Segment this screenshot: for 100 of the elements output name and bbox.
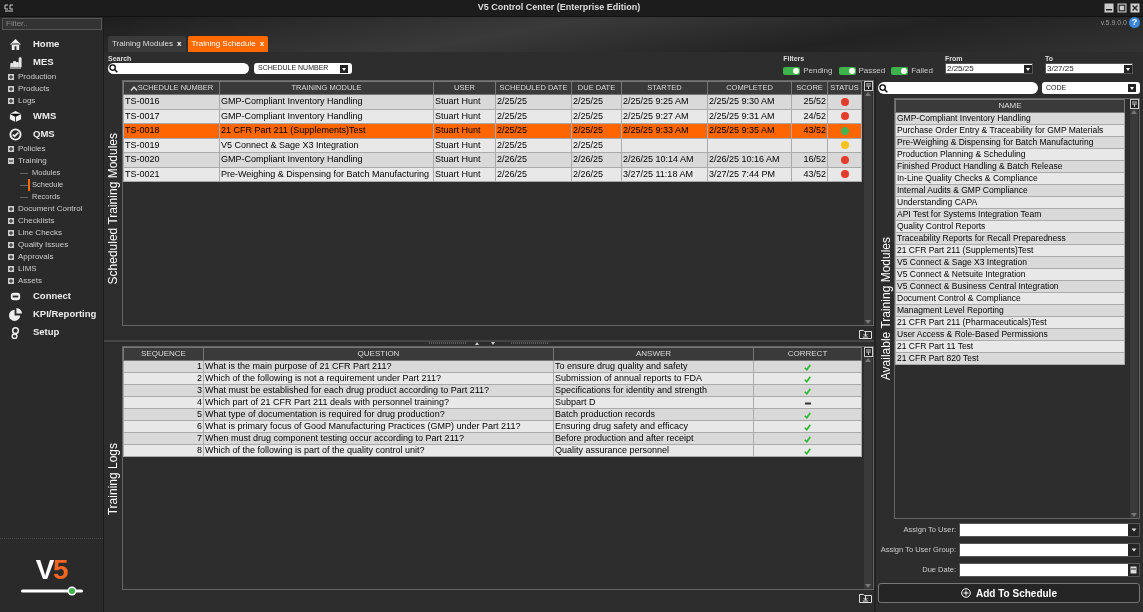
table-cell: Stuart Hunt	[433, 94, 496, 109]
expand-icon[interactable]	[8, 242, 14, 248]
box-icon	[9, 109, 22, 123]
nav-item[interactable]: Products	[18, 83, 50, 95]
list-item[interactable]: In-Line Quality Checks & Compliance	[895, 172, 1125, 185]
nav-item[interactable]: Logs	[18, 95, 36, 107]
expand-icon[interactable]	[8, 266, 14, 272]
list-item[interactable]: Production Planning & Scheduling	[895, 148, 1125, 161]
column-header[interactable]: ANSWER	[553, 347, 754, 361]
table-cell: 2/25/25	[495, 109, 572, 124]
list-item[interactable]: V5 Connect & Sage X3 Integration	[895, 256, 1125, 269]
expand-icon[interactable]	[8, 98, 14, 104]
filter-field[interactable]: Filter..	[2, 18, 102, 30]
column-chooser-icon[interactable]	[863, 81, 873, 91]
nav-item[interactable]: Checklists	[18, 215, 55, 227]
nav-section-link[interactable]: MES	[33, 54, 54, 70]
scroll-down-icon[interactable]	[864, 319, 872, 325]
collapse-icon[interactable]	[8, 158, 14, 164]
expand-icon[interactable]	[8, 86, 14, 92]
caret-icon	[1128, 84, 1136, 92]
scrollbar[interactable]	[864, 91, 872, 325]
table-cell: 6	[123, 420, 204, 433]
nav-item[interactable]: Document Control	[18, 203, 83, 215]
help-button[interactable]: ?	[1129, 17, 1140, 28]
nav-item[interactable]: Assets	[18, 275, 42, 287]
expand-icon[interactable]	[8, 230, 14, 236]
list-item[interactable]: API Test for Systems Integration Team	[895, 208, 1125, 221]
home-icon	[9, 37, 22, 51]
caret-icon	[340, 64, 348, 73]
to-date-field[interactable]: 3/27/25	[1045, 63, 1133, 74]
expand-icon[interactable]	[8, 206, 14, 212]
close-icon[interactable]	[1130, 3, 1140, 13]
nav-section-link[interactable]: Connect	[33, 288, 71, 304]
table-cell: 5	[123, 408, 204, 421]
list-item[interactable]: Internal Audits & GMP Compliance	[895, 184, 1125, 197]
table-cell: TS-0017	[123, 109, 220, 124]
toggle-switch[interactable]	[838, 66, 856, 75]
splitter-handle-icon[interactable]	[429, 342, 549, 346]
expand-icon[interactable]	[8, 218, 14, 224]
list-item[interactable]: Finished Product Handling & Batch Release	[895, 160, 1125, 173]
nav-section-link[interactable]: Setup	[33, 324, 60, 340]
list-item[interactable]: Quality Control Reports	[895, 220, 1125, 233]
search-field[interactable]	[108, 63, 249, 74]
expand-icon[interactable]	[8, 146, 14, 152]
column-chooser-icon[interactable]	[863, 347, 873, 357]
nav-item[interactable]: Training	[18, 155, 47, 167]
nav-item[interactable]: Production	[18, 71, 57, 83]
list-item[interactable]: User Access & Role-Based Permissions	[895, 328, 1125, 341]
date-field[interactable]	[959, 563, 1140, 577]
column-header[interactable]: QUESTION	[203, 347, 554, 361]
column-header[interactable]: CORRECT	[753, 347, 862, 361]
expand-icon[interactable]	[8, 278, 14, 284]
list-item[interactable]: 21 CFR Part 211 (Pharmaceuticals)Test	[895, 316, 1125, 329]
scrollbar[interactable]	[864, 357, 872, 589]
export-icon[interactable]	[859, 328, 872, 339]
expand-icon[interactable]	[8, 254, 14, 260]
nav-section-link[interactable]: Home	[33, 36, 60, 52]
list-item[interactable]: 21 CFR Part 211 (Supplements)Test	[895, 244, 1125, 257]
module-search-field[interactable]	[878, 82, 1038, 94]
nav-item[interactable]: LIMS	[18, 263, 37, 275]
tab[interactable]: Training Modules x	[108, 36, 186, 52]
nav-item[interactable]: Quality Issues	[18, 239, 69, 251]
scroll-down-icon[interactable]	[1130, 512, 1138, 518]
list-item[interactable]: Pre-Weighing & Dispensing for Batch Manufacturing	[895, 136, 1125, 149]
list-item[interactable]: Managment Level Reporting	[895, 304, 1125, 317]
scroll-down-icon[interactable]	[864, 583, 872, 589]
table-cell: V5 Connect & Sage X3 Integration	[219, 138, 434, 153]
list-item[interactable]: Purchase Order Entry & Traceability for GMP Materials	[895, 124, 1125, 137]
nav-item[interactable]: Policies	[18, 143, 46, 155]
from-date-field[interactable]: 2/25/25	[945, 63, 1033, 74]
tab-close-button[interactable]: x	[177, 38, 182, 50]
export-icon[interactable]	[859, 592, 872, 603]
toggle-switch[interactable]	[891, 66, 909, 75]
list-item[interactable]: V5 Connect & Netsuite Integration	[895, 268, 1125, 281]
list-item[interactable]: Understanding CAPA	[895, 196, 1125, 209]
list-item[interactable]: 21 CFR Part 820 Test	[895, 352, 1125, 365]
nav-section-link[interactable]: QMS	[33, 126, 55, 142]
list-item[interactable]: Traceability Reports for Recall Preparedness	[895, 232, 1125, 245]
dropdown-field[interactable]	[959, 543, 1140, 557]
minimize-icon[interactable]	[1104, 3, 1114, 13]
toggle-label: Passed	[858, 64, 886, 77]
nav-section-link[interactable]: WMS	[33, 108, 57, 124]
maximize-icon[interactable]	[1117, 3, 1127, 13]
list-item[interactable]: GMP-Compliant Inventory Handling	[895, 112, 1125, 125]
nav-item[interactable]: Approvals	[18, 251, 54, 263]
add-to-schedule-button[interactable]: Add To Schedule	[878, 583, 1140, 603]
expand-icon[interactable]	[8, 74, 14, 80]
list-item[interactable]: Document Control & Compliance	[895, 292, 1125, 305]
list-item[interactable]: V5 Connect & Business Central Integration	[895, 280, 1125, 293]
column-header[interactable]: NAME	[895, 99, 1125, 113]
nav-section-link[interactable]: KPI/Reporting	[33, 306, 97, 322]
add-circle-icon	[961, 588, 972, 598]
panel-title: Scheduled Training Modules	[105, 133, 121, 285]
column-chooser-icon[interactable]	[1129, 99, 1139, 109]
scrollbar[interactable]	[1130, 109, 1138, 518]
list-item[interactable]: 21 CFR Part 11 Test	[895, 340, 1125, 353]
column-header[interactable]: SEQUENCE	[123, 347, 204, 361]
toggle-switch[interactable]	[783, 66, 801, 75]
nav-item[interactable]: Line Checks	[18, 227, 63, 239]
dropdown-field[interactable]	[959, 523, 1140, 537]
